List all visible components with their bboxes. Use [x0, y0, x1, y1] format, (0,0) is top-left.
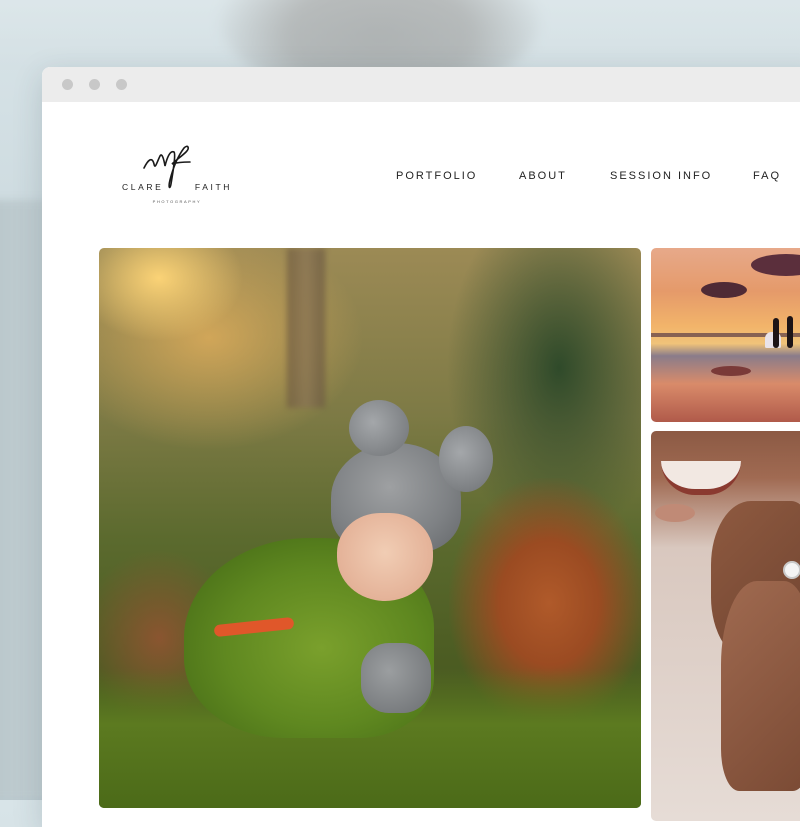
nav-about[interactable]: ABOUT: [519, 170, 567, 182]
window-maximize-dot[interactable]: [116, 79, 127, 90]
window-minimize-dot[interactable]: [89, 79, 100, 90]
logo-first-name: CLARE: [122, 182, 164, 192]
nav-session-info[interactable]: SESSION INFO: [610, 170, 712, 182]
logo-last-name: FAITH: [194, 182, 232, 192]
window-close-dot[interactable]: [62, 79, 73, 90]
gallery-photo-sunset-couple[interactable]: [651, 248, 800, 422]
browser-window: CLARE FAITH PHOTOGRAPHY PORTFOLIO ABOUT …: [42, 67, 800, 827]
nav-faq[interactable]: FAQ: [753, 170, 781, 182]
nav-portfolio[interactable]: PORTFOLIO: [396, 170, 477, 182]
site-logo[interactable]: CLARE FAITH PHOTOGRAPHY: [122, 142, 232, 212]
gallery-photo-ring-hands[interactable]: [651, 431, 800, 821]
browser-titlebar: [42, 67, 800, 102]
ring-detail: [783, 561, 800, 579]
site-header: CLARE FAITH PHOTOGRAPHY PORTFOLIO ABOUT …: [42, 102, 800, 248]
gallery-photo-child-forest[interactable]: [99, 248, 641, 808]
logo-wordmark: CLARE FAITH: [122, 182, 232, 192]
logo-subtitle: PHOTOGRAPHY: [152, 199, 202, 204]
